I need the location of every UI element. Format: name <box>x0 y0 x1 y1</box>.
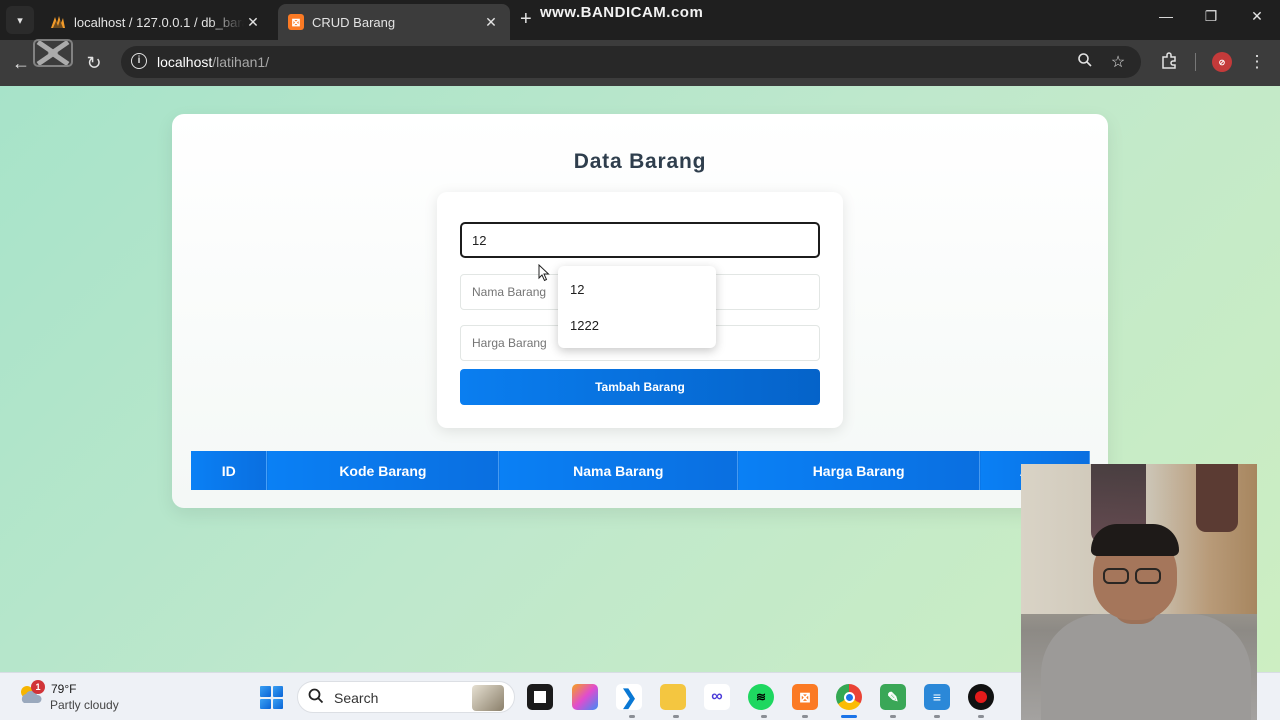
restore-button[interactable]: ❐ <box>1199 8 1223 25</box>
window-close-button[interactable]: ✕ <box>1245 8 1269 25</box>
phpmyadmin-icon <box>50 14 66 30</box>
notepad-icon[interactable]: ≡ <box>924 684 950 710</box>
more-menu-icon[interactable]: ⋮ <box>1246 52 1268 72</box>
new-tab-button[interactable]: + <box>520 9 532 29</box>
tambah-barang-button[interactable]: Tambah Barang <box>460 369 820 405</box>
chevron-down-icon: ▾ <box>17 14 23 27</box>
extensions-icon[interactable] <box>1158 52 1180 75</box>
running-indicator <box>761 715 767 718</box>
running-indicator <box>978 715 984 718</box>
windows-start-icon[interactable] <box>260 686 283 709</box>
mouse-cursor-icon <box>538 264 550 282</box>
running-indicator <box>673 715 679 718</box>
file-explorer-icon[interactable] <box>660 684 686 710</box>
toolbar-divider <box>1195 53 1196 71</box>
vscode-icon[interactable]: ❯ <box>616 684 642 710</box>
xampp-icon: ⊠ <box>288 14 304 30</box>
autocomplete-item[interactable]: 12 <box>558 272 716 308</box>
tab-title: localhost / 127.0.0.1 / db_barang <box>74 14 244 30</box>
bandicam-watermark: www.BANDICAM.com <box>540 4 704 21</box>
running-indicator <box>934 715 940 718</box>
autocomplete-item[interactable]: 1222 <box>558 308 716 344</box>
tab-title: CRUD Barang <box>312 14 396 30</box>
running-indicator <box>802 715 808 718</box>
back-icon[interactable]: ← <box>10 52 32 74</box>
autocomplete-dropdown: 12 1222 <box>558 266 716 348</box>
kode-barang-input[interactable] <box>460 222 820 258</box>
table-header-row: ID Kode Barang Nama Barang Harga Barang … <box>191 451 1090 490</box>
weather-description[interactable]: Partly cloudy <box>50 698 119 712</box>
barang-table: ID Kode Barang Nama Barang Harga Barang … <box>191 451 1090 490</box>
weather-temperature[interactable]: 79°F <box>51 682 76 696</box>
tab-search-button[interactable]: ▾ <box>6 6 34 34</box>
column-header-id: ID <box>191 451 268 490</box>
running-indicator <box>629 715 635 718</box>
minimize-button[interactable]: — <box>1154 8 1178 24</box>
column-header-harga: Harga Barang <box>737 451 981 490</box>
task-view-icon[interactable] <box>527 684 553 710</box>
zoom-icon[interactable] <box>1075 52 1095 73</box>
webcam-overlay <box>1021 464 1257 720</box>
profile-avatar[interactable]: ⊘ <box>1212 52 1232 72</box>
tab-phpmyadmin[interactable]: localhost / 127.0.0.1 / db_barang ✕ <box>40 4 272 40</box>
reload-icon[interactable]: ↻ <box>83 52 105 74</box>
column-header-nama: Nama Barang <box>498 451 739 490</box>
running-indicator <box>890 715 896 718</box>
close-icon[interactable]: ✕ <box>244 14 262 31</box>
url-text[interactable]: localhost/latihan1/ <box>157 54 269 70</box>
tab-bar: ▾ localhost / 127.0.0.1 / db_barang ✕ ⊠ … <box>0 0 1280 40</box>
close-icon[interactable]: ✕ <box>482 14 500 31</box>
search-icon <box>308 688 324 709</box>
capcut-watermark-icon <box>32 38 76 72</box>
column-header-kode: Kode Barang <box>266 451 500 490</box>
xampp-taskbar-icon[interactable]: ⊠ <box>792 684 818 710</box>
bandicam-record-icon[interactable] <box>968 684 994 710</box>
address-bar[interactable]: i localhost/latihan1/ ☆ <box>121 46 1141 78</box>
page-title: Data Barang <box>573 150 707 173</box>
chrome-icon[interactable] <box>836 684 862 710</box>
site-info-icon[interactable]: i <box>131 53 147 69</box>
notification-badge: 1 <box>31 680 45 694</box>
spotify-icon[interactable]: ≋ <box>748 684 774 710</box>
bookmark-star-icon[interactable]: ☆ <box>1108 52 1128 72</box>
search-label: Search <box>334 690 379 706</box>
tab-crud-barang[interactable]: ⊠ CRUD Barang ✕ <box>278 4 510 40</box>
search-highlight-image <box>472 685 504 711</box>
notepad-plus-icon[interactable]: ✎ <box>880 684 906 710</box>
infinity-app-icon[interactable]: ∞ <box>704 684 730 710</box>
active-indicator <box>841 715 857 718</box>
taskbar-search[interactable]: Search <box>297 681 515 713</box>
copilot-icon[interactable] <box>572 684 598 710</box>
